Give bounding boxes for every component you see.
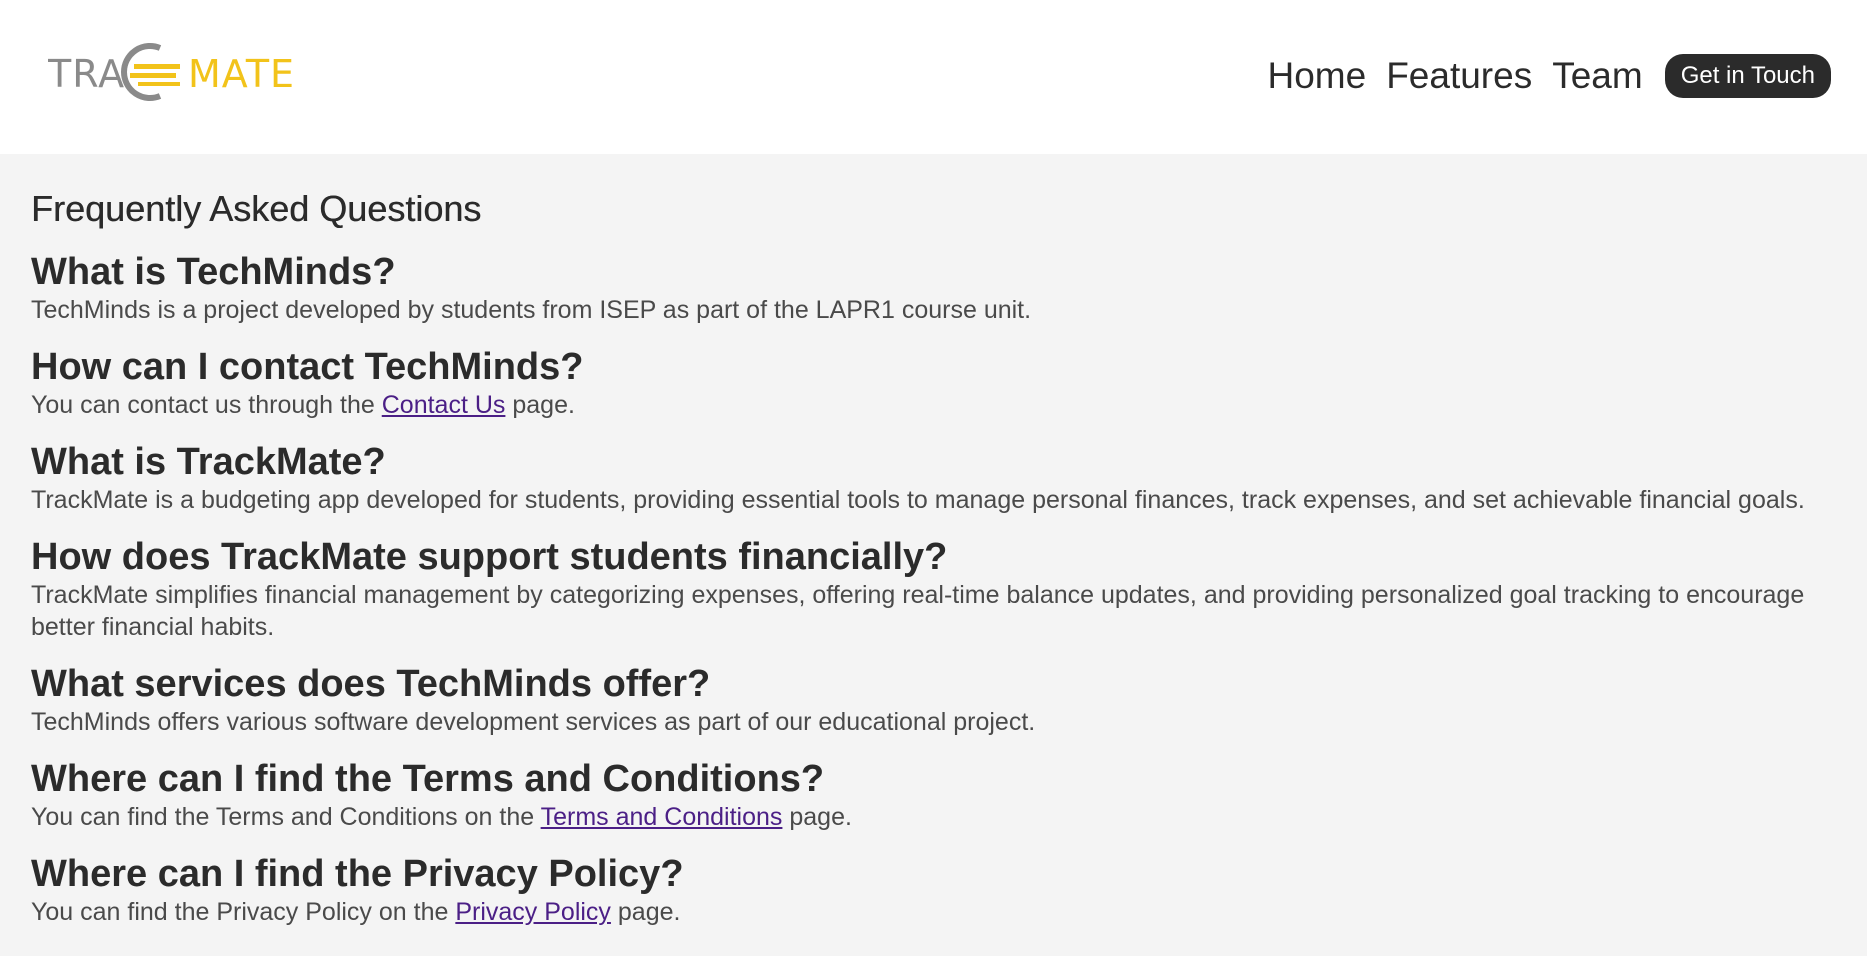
main-nav: Home Features Team Get in Touch — [1267, 54, 1831, 98]
svg-text:TRA: TRA — [48, 52, 125, 96]
faq-question: What services does TechMinds offer? — [31, 663, 711, 705]
faq-question: How does TrackMate support students fina… — [31, 536, 948, 578]
faq-answer: TrackMate is a budgeting app developed f… — [31, 484, 1841, 516]
faq-answer: You can contact us through the Contact U… — [31, 389, 1841, 421]
faq-question: How can I contact TechMinds? — [31, 346, 584, 388]
faq-item: What is TechMinds? TechMinds is a projec… — [31, 250, 1841, 326]
trackmate-logo[interactable]: TRA MATE — [48, 40, 318, 106]
faq-question: What is TrackMate? — [31, 441, 386, 483]
faq-answer-text: page. — [610, 898, 681, 926]
faq-answer: TrackMate simplifies financial managemen… — [31, 579, 1841, 643]
get-in-touch-button[interactable]: Get in Touch — [1664, 54, 1831, 98]
nav-features[interactable]: Features — [1386, 54, 1532, 98]
privacy-policy-link[interactable]: Privacy Policy — [455, 898, 611, 926]
faq-question: What is TechMinds? — [31, 251, 396, 293]
faq-answer-text: You can find the Privacy Policy on the — [31, 898, 456, 926]
page-title: Frequently Asked Questions — [31, 188, 482, 229]
faq-item: Where can I find the Terms and Condition… — [31, 757, 1841, 833]
faq-section: Frequently Asked Questions What is TechM… — [31, 154, 1841, 928]
nav-home[interactable]: Home — [1267, 54, 1366, 98]
faq-answer-text: TechMinds is a project developed by stud… — [31, 296, 1032, 324]
faq-answer: You can find the Terms and Conditions on… — [31, 801, 1841, 833]
faq-answer-text: TechMinds offers various software develo… — [31, 708, 1036, 736]
faq-answer-text: TrackMate is a budgeting app developed f… — [31, 486, 1805, 514]
faq-answer-text: TrackMate simplifies financial managemen… — [31, 581, 1805, 641]
faq-item: What services does TechMinds offer? Tech… — [31, 662, 1841, 738]
faq-question: Where can I find the Privacy Policy? — [31, 853, 684, 895]
terms-and-conditions-link[interactable]: Terms and Conditions — [541, 803, 783, 831]
faq-answer: You can find the Privacy Policy on the P… — [31, 896, 1841, 928]
site-header: TRA MATE Home Features Team Get in Touch — [0, 0, 1867, 154]
faq-answer-text: page. — [505, 391, 575, 419]
logo-wordmark: TRA MATE — [48, 43, 295, 101]
faq-answer-text: page. — [782, 803, 852, 831]
faq-answer-text: You can contact us through the — [31, 391, 382, 419]
faq-item: How does TrackMate support students fina… — [31, 535, 1841, 643]
faq-answer: TechMinds offers various software develo… — [31, 706, 1841, 738]
svg-text:MATE: MATE — [188, 52, 295, 96]
faq-answer: TechMinds is a project developed by stud… — [31, 294, 1841, 326]
faq-item: Where can I find the Privacy Policy? You… — [31, 852, 1841, 928]
faq-item: What is TrackMate? TrackMate is a budget… — [31, 440, 1841, 516]
faq-answer-text: You can find the Terms and Conditions on… — [31, 803, 541, 831]
nav-team[interactable]: Team — [1552, 54, 1642, 98]
contact-us-link[interactable]: Contact Us — [382, 391, 506, 419]
faq-item: How can I contact TechMinds? You can con… — [31, 345, 1841, 421]
faq-question: Where can I find the Terms and Condition… — [31, 758, 825, 800]
